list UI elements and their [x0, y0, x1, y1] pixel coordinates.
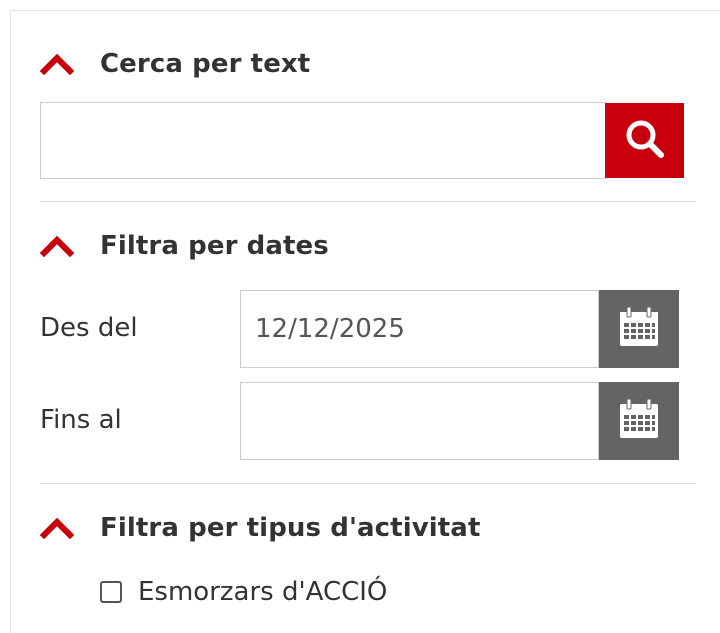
- date-filter-header[interactable]: Filtra per dates: [40, 226, 329, 266]
- from-date-input[interactable]: [240, 290, 599, 368]
- divider: [40, 201, 696, 202]
- chevron-up-icon: [40, 517, 74, 539]
- from-date-calendar-button[interactable]: [599, 290, 679, 368]
- activity-filter-header[interactable]: Filtra per tipus d'activitat: [40, 508, 480, 548]
- to-date-field: [240, 382, 679, 460]
- text-search-title: Cerca per text: [100, 49, 311, 79]
- search-icon: [623, 117, 667, 165]
- activity-option-label: Esmorzars d'ACCIÓ: [138, 577, 388, 607]
- chevron-up-icon: [40, 235, 74, 257]
- activity-filter-title: Filtra per tipus d'activitat: [100, 513, 481, 543]
- from-date-label: Des del: [40, 313, 138, 343]
- date-filter-title: Filtra per dates: [100, 231, 329, 261]
- to-date-label: Fins al: [40, 405, 122, 435]
- search-button[interactable]: [605, 103, 684, 178]
- to-date-input[interactable]: [240, 382, 599, 460]
- checkbox[interactable]: [100, 581, 122, 603]
- activity-option-esmorzars[interactable]: Esmorzars d'ACCIÓ: [100, 572, 387, 612]
- chevron-up-icon: [40, 53, 74, 75]
- calendar-icon: [616, 304, 662, 354]
- search-input[interactable]: [40, 102, 606, 179]
- calendar-icon: [616, 396, 662, 446]
- text-search-header[interactable]: Cerca per text: [40, 44, 310, 84]
- from-date-field: [240, 290, 679, 368]
- to-date-calendar-button[interactable]: [599, 382, 679, 460]
- divider: [40, 483, 696, 484]
